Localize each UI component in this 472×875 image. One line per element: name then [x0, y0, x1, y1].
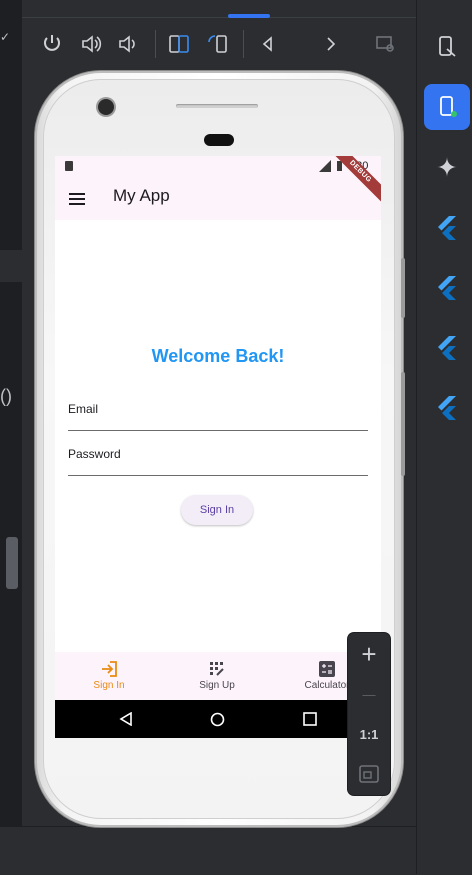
- zoom-actual-size-button[interactable]: 1:1: [348, 715, 390, 753]
- rotate-right-icon: [208, 35, 227, 53]
- bottom-navigation: Sign In Sign Up Calculator: [55, 652, 381, 700]
- nav-item-sign-up[interactable]: Sign Up: [177, 652, 257, 700]
- front-camera: [98, 99, 114, 115]
- nav-label-calculator: Calculator: [304, 680, 350, 691]
- back-button[interactable]: [254, 30, 282, 58]
- email-field-label[interactable]: Email: [68, 402, 98, 416]
- nav-item-sign-in[interactable]: Sign In: [69, 652, 149, 700]
- rotate-right-button[interactable]: [204, 30, 232, 58]
- device-volume-button[interactable]: [401, 372, 405, 476]
- welcome-heading: Welcome Back!: [151, 346, 285, 366]
- volume-down-icon: [119, 35, 135, 53]
- running-devices-icon: [440, 96, 457, 117]
- zoom-in-button[interactable]: +: [348, 635, 390, 673]
- sd-card-icon: [65, 161, 73, 171]
- zoom-fit-button[interactable]: [348, 755, 390, 793]
- password-field[interactable]: [68, 475, 368, 476]
- android-back-icon[interactable]: [119, 712, 133, 726]
- nav-label-sign-up: Sign Up: [199, 680, 235, 691]
- plus-icon: +: [361, 638, 377, 669]
- right-tool-window-bar: [416, 0, 472, 874]
- left-panel-strip: () ✓: [0, 0, 22, 826]
- left-scroll-thumb[interactable]: [6, 537, 18, 589]
- flutter-inspector-button[interactable]: [424, 264, 470, 310]
- volume-down-button[interactable]: [114, 30, 142, 58]
- chevron-right-icon: [327, 37, 336, 51]
- nav-label-sign-in: Sign In: [93, 680, 125, 691]
- flutter-devtools-button[interactable]: [424, 384, 470, 430]
- flutter-icon: [438, 336, 456, 360]
- toolbar-separator: [155, 30, 156, 58]
- left-strip-highlight: [0, 250, 22, 282]
- bottom-panel: [0, 826, 416, 875]
- flutter-performance-button[interactable]: [424, 324, 470, 370]
- flutter-outline-button[interactable]: [424, 204, 470, 250]
- flutter-icon: [438, 216, 456, 240]
- left-strip-parens: (): [0, 386, 12, 406]
- fit-screen-icon: [359, 765, 379, 783]
- power-icon: [44, 35, 60, 51]
- back-triangle-icon: [262, 36, 272, 52]
- toolbar-separator: [243, 30, 244, 58]
- running-devices-button[interactable]: [424, 84, 470, 130]
- rotate-left-button[interactable]: [165, 30, 193, 58]
- sign-in-button-label: Sign In: [199, 504, 235, 516]
- flutter-icon: [438, 396, 456, 420]
- minus-icon: —: [362, 686, 376, 702]
- signal-icon: [319, 160, 331, 172]
- login-icon: [102, 661, 117, 677]
- calculate-icon: [319, 661, 335, 677]
- hamburger-menu-icon: [69, 193, 85, 205]
- check-icon: ✓: [0, 30, 11, 44]
- screenshot-button[interactable]: [372, 30, 400, 58]
- device-side-button[interactable]: [401, 258, 405, 318]
- app-title: My App: [113, 186, 170, 205]
- gemini-button[interactable]: [424, 144, 470, 190]
- app-registration-icon: [210, 662, 224, 676]
- zoom-ratio-label: 1:1: [359, 726, 379, 742]
- status-bar: 4:30: [55, 156, 381, 176]
- android-navigation-bar: [55, 700, 381, 738]
- volume-up-button[interactable]: [77, 30, 105, 58]
- power-button[interactable]: [38, 30, 66, 58]
- menu-button[interactable]: [69, 192, 85, 210]
- zoom-out-button[interactable]: —: [348, 675, 390, 713]
- device-manager-button[interactable]: [424, 24, 470, 70]
- device-manager-icon: [439, 36, 456, 57]
- rotate-left-icon: [169, 35, 189, 53]
- earpiece: [204, 134, 234, 146]
- speaker-grille: [176, 104, 258, 108]
- password-field-label[interactable]: Password: [68, 447, 121, 461]
- zoom-controls: + — 1:1: [348, 633, 390, 795]
- flutter-icon: [438, 276, 456, 300]
- forward-button[interactable]: [317, 30, 345, 58]
- screenshot-icon: [376, 36, 394, 52]
- active-tab-indicator: [228, 14, 270, 18]
- sparkle-icon: [437, 157, 457, 177]
- email-field[interactable]: [68, 430, 368, 431]
- android-recents-icon[interactable]: [303, 712, 317, 726]
- app-bar: My App: [55, 176, 381, 220]
- phone-screen: 4:30 My App DEBUG Welcome Back! Email Pa…: [55, 156, 381, 738]
- toolbar-divider: [22, 17, 416, 18]
- android-home-icon[interactable]: [210, 712, 225, 727]
- volume-up-icon: [82, 35, 102, 53]
- sign-in-button[interactable]: Sign In: [181, 495, 253, 525]
